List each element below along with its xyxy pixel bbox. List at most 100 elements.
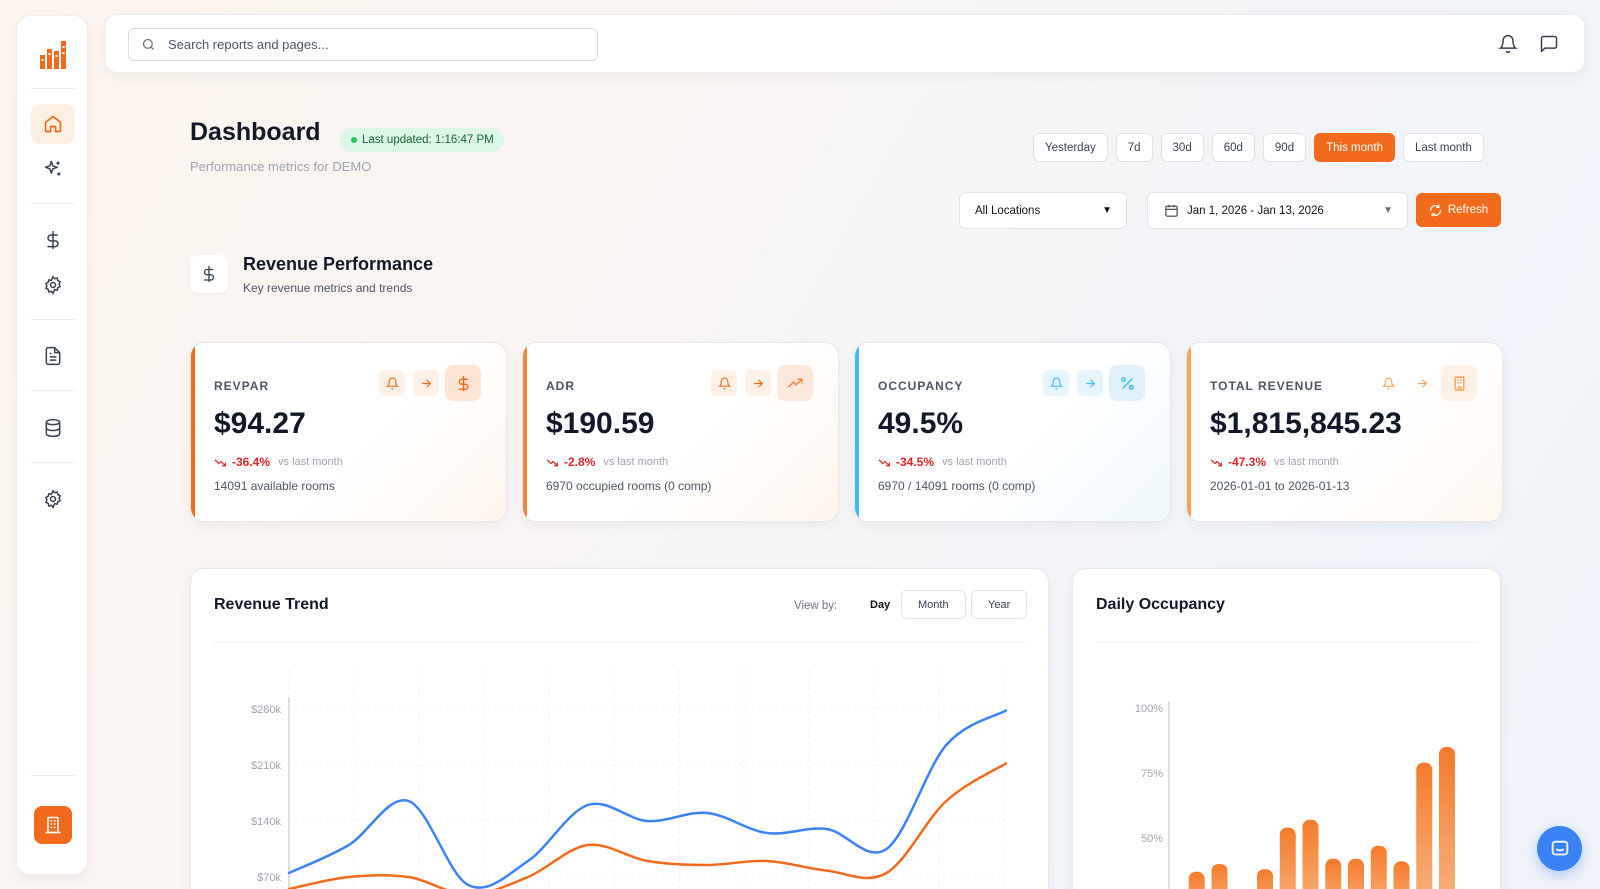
bell-icon[interactable]: [1498, 34, 1518, 54]
kpi-delta: -36.4% vs last month: [214, 455, 343, 469]
kpi-delta-label: vs last month: [278, 456, 343, 468]
trending-down-icon: [878, 458, 890, 466]
date-range-buttons: Yesterday 7d 30d 60d 90d This month Last month: [1033, 133, 1484, 162]
top-bar: [105, 14, 1585, 73]
kpi-card-total-revenue[interactable]: TOTAL REVENUE $1,815,845.23 -47.3% vs la…: [1186, 342, 1503, 522]
bar-day-3: [1211, 864, 1228, 889]
kpi-delta-value: -34.5%: [896, 455, 935, 469]
range-button-this-month[interactable]: This month: [1314, 133, 1395, 162]
bar-day-9: [1348, 858, 1364, 889]
bar-day-11: [1393, 861, 1410, 889]
search-input[interactable]: [168, 37, 588, 52]
kpi-delta-label: vs last month: [1274, 456, 1339, 468]
kpi-description: 2026-01-01 to 2026-01-13: [1210, 479, 1350, 493]
kpi-description: 6970 occupied rooms (0 comp): [546, 479, 712, 493]
bell-icon: [1381, 377, 1395, 389]
range-button-90d[interactable]: 90d: [1262, 133, 1307, 162]
sidebar: [16, 15, 88, 875]
kpi-value: $94.27: [214, 407, 306, 440]
bar-day-13: [1439, 747, 1455, 889]
chat-launcher-button[interactable]: [1537, 826, 1582, 871]
kpi-label: OCCUPANCY: [878, 379, 964, 393]
alert-button[interactable]: [1043, 370, 1069, 396]
sidebar-item-reports[interactable]: [31, 336, 75, 376]
message-icon[interactable]: [1539, 34, 1559, 54]
section-subtitle: Key revenue metrics and trends: [243, 281, 413, 295]
kpi-accent-bar: [1187, 343, 1191, 521]
kpi-description: 14091 available rooms: [214, 479, 335, 493]
range-button-7d[interactable]: 7d: [1115, 133, 1153, 162]
location-select[interactable]: All Locations ▼: [959, 192, 1127, 229]
bar-day-7: [1302, 819, 1319, 889]
kpi-value: $190.59: [546, 407, 655, 440]
sidebar-item-settings-revenue[interactable]: [31, 265, 75, 305]
alert-button[interactable]: [379, 370, 405, 396]
document-icon: [45, 346, 61, 366]
range-button-last-month[interactable]: Last month: [1402, 133, 1484, 162]
y-tick-label: $280k: [251, 704, 281, 716]
kpi-accent-bar: [855, 343, 859, 521]
dollar-icon: [47, 230, 59, 250]
report-building-icon: [45, 816, 61, 834]
section-title: Revenue Performance: [243, 254, 434, 274]
sidebar-item-data[interactable]: [31, 408, 75, 448]
kpi-delta-label: vs last month: [942, 456, 1007, 468]
y-tick-label: 50%: [1141, 833, 1163, 845]
search-box: [128, 28, 598, 61]
range-button-60d[interactable]: 60d: [1211, 133, 1255, 162]
details-button[interactable]: [1409, 370, 1435, 396]
kpi-card-adr[interactable]: ADR $190.59 -2.8% vs last month 6970 occ…: [522, 342, 839, 522]
gear-icon: [44, 275, 62, 295]
details-button[interactable]: [1077, 370, 1103, 396]
section-icon: [190, 255, 228, 293]
y-tick-label: $210k: [251, 760, 281, 772]
bell-icon: [385, 377, 399, 389]
kpi-label: REVPAR: [214, 379, 270, 393]
kpi-delta: -34.5% vs last month: [878, 455, 1007, 469]
arrow-right-icon: [421, 379, 431, 387]
kpi-card-occupancy[interactable]: OCCUPANCY 49.5% -34.5% vs last month 697…: [854, 342, 1171, 522]
alert-button[interactable]: [1375, 370, 1401, 396]
app-logo-icon[interactable]: [39, 38, 67, 70]
bell-icon: [717, 377, 731, 389]
range-button-yesterday[interactable]: Yesterday: [1033, 133, 1108, 162]
sidebar-item-home[interactable]: [31, 104, 75, 144]
bar-day-6: [1279, 827, 1296, 889]
last-updated-text: Last updated: 1:16:47 PM: [362, 134, 494, 146]
kpi-card-revpar[interactable]: REVPAR $94.27 -36.4% vs last month 14091…: [190, 342, 507, 522]
alert-button[interactable]: [711, 370, 737, 396]
percent-icon: [1109, 365, 1145, 401]
kpi-label: TOTAL REVENUE: [1210, 379, 1324, 393]
dollar-icon: [203, 265, 215, 283]
sidebar-divider: [31, 775, 75, 776]
page-subtitle: Performance metrics for DEMO: [190, 159, 372, 174]
y-tick-label: $70k: [257, 872, 281, 884]
sidebar-divider: [31, 88, 75, 89]
date-range-select[interactable]: Jan 1, 2026 - Jan 13, 2026 ▼: [1147, 192, 1408, 229]
bar-day-10: [1370, 845, 1387, 889]
daily-occupancy-chart: 100% 75% 50%: [1135, 701, 1455, 889]
page-title: Dashboard: [190, 118, 321, 146]
kpi-accent-bar: [523, 343, 527, 521]
trending-down-icon: [546, 458, 558, 466]
kpi-delta-value: -47.3%: [1228, 455, 1267, 469]
sidebar-item-revenue[interactable]: [31, 220, 75, 260]
range-button-30d[interactable]: 30d: [1160, 133, 1204, 162]
building-icon: [1441, 365, 1477, 401]
sidebar-item-settings[interactable]: [31, 479, 75, 519]
trending-up-icon: [777, 365, 813, 401]
chat-icon: [1551, 840, 1568, 855]
calendar-icon: [1165, 204, 1178, 217]
bell-icon: [1049, 377, 1063, 389]
last-updated-badge: Last updated: 1:16:47 PM: [340, 128, 504, 152]
details-button[interactable]: [413, 370, 439, 396]
refresh-button[interactable]: Refresh: [1416, 193, 1501, 227]
kpi-delta-label: vs last month: [603, 456, 669, 468]
caret-down-icon: ▼: [1102, 205, 1112, 216]
details-button[interactable]: [745, 370, 771, 396]
reports-app-button[interactable]: [34, 806, 72, 844]
revenue-trend-chart: $280k $210k $140k $70k: [251, 669, 1008, 889]
sidebar-item-ai[interactable]: [31, 149, 75, 189]
kpi-value: $1,815,845.23: [1210, 407, 1402, 440]
kpi-delta: -47.3% vs last month: [1210, 455, 1339, 469]
